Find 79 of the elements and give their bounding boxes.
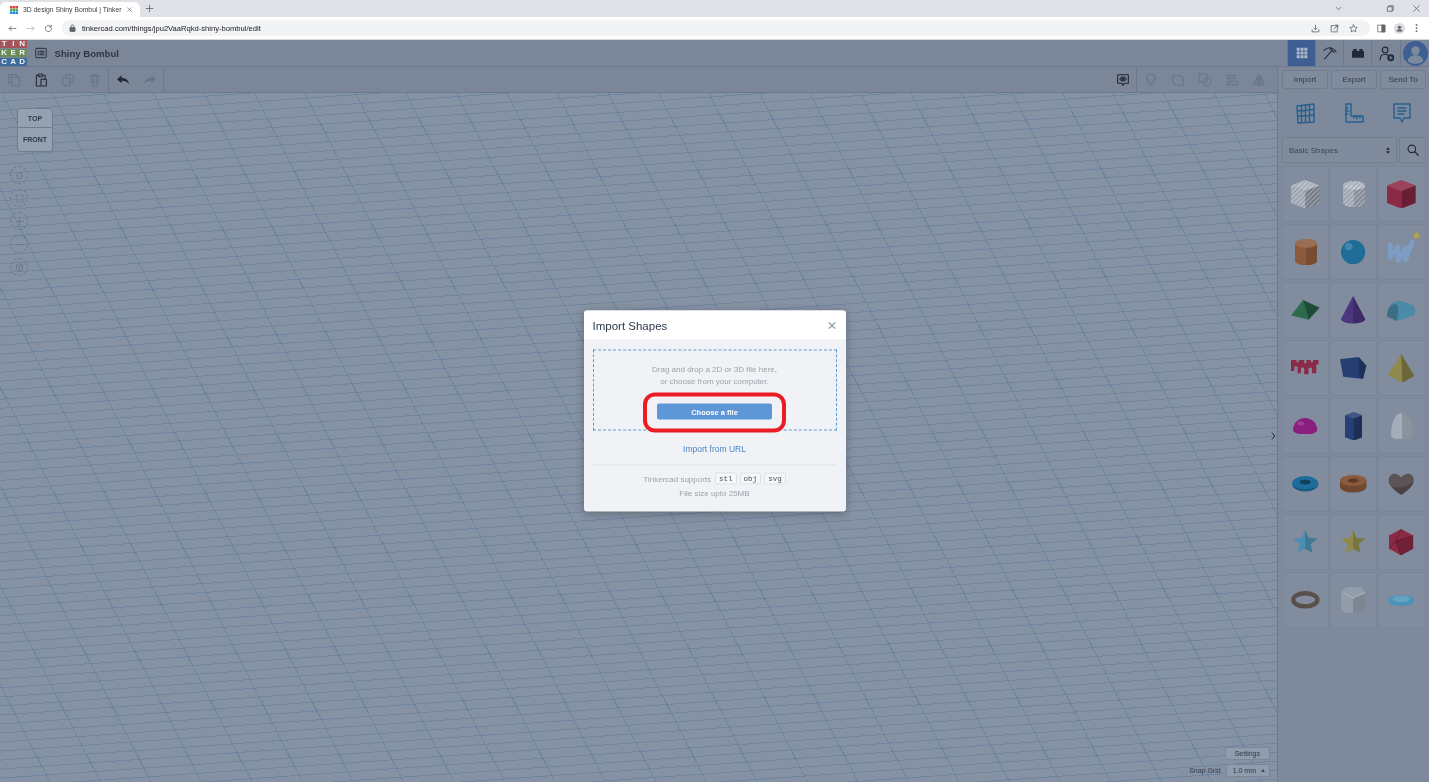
search-icon xyxy=(1405,143,1420,157)
home-icon xyxy=(14,170,24,180)
logo-tile[interactable]: T xyxy=(0,39,9,49)
chevron-right-icon[interactable] xyxy=(1271,431,1276,441)
shape-tile[interactable] xyxy=(1282,166,1329,222)
shape-tile[interactable] xyxy=(1282,340,1329,396)
side-panel-icon[interactable] xyxy=(1377,23,1386,33)
up-down-caret-icon xyxy=(1386,146,1390,154)
shape-tile[interactable] xyxy=(1378,398,1425,454)
logo-tile[interactable]: C xyxy=(0,57,9,67)
shape-tile[interactable] xyxy=(1282,514,1329,570)
shape-tile[interactable] xyxy=(1330,398,1377,454)
logo-tile[interactable]: A xyxy=(9,57,18,67)
shape-tile[interactable] xyxy=(1378,572,1425,628)
profile-icon[interactable] xyxy=(1394,22,1405,34)
lock-icon xyxy=(69,24,76,32)
pickaxe-icon xyxy=(1321,45,1338,61)
shape-tile[interactable] xyxy=(1282,224,1329,280)
notes-icon[interactable] xyxy=(1390,101,1414,125)
shape-tile[interactable] xyxy=(1330,282,1377,338)
logo-tile[interactable]: R xyxy=(18,48,27,58)
shape-tile[interactable] xyxy=(1378,282,1425,338)
star-icon[interactable] xyxy=(1349,23,1358,33)
search-button[interactable] xyxy=(1399,137,1426,163)
logo-tile[interactable]: E xyxy=(9,48,18,58)
shape-tile[interactable] xyxy=(1378,340,1425,396)
shape-tile[interactable] xyxy=(1378,166,1425,222)
action-button[interactable]: Export xyxy=(1331,70,1377,89)
supports-label: Tinkercad supports xyxy=(643,474,712,483)
favorite-star-icon xyxy=(1412,231,1421,240)
shape-tile[interactable] xyxy=(1378,456,1425,512)
note-icon[interactable] xyxy=(1114,71,1131,88)
action-button[interactable]: Import xyxy=(1282,70,1328,89)
import-url-link[interactable]: Import from URL xyxy=(683,442,746,455)
shape-tile[interactable] xyxy=(1378,224,1425,280)
logo-tile[interactable]: D xyxy=(18,57,27,67)
design-title[interactable]: Shiny Bombul xyxy=(54,47,119,59)
drop-hint: Drag and drop a 2D or 3D file here, or choose from your computer. xyxy=(652,363,777,388)
close-icon[interactable] xyxy=(126,6,134,13)
reload-icon[interactable] xyxy=(44,23,53,33)
list-icon[interactable] xyxy=(33,46,48,60)
dialog-title: Import Shapes xyxy=(592,319,668,331)
shape-tile[interactable] xyxy=(1282,572,1329,628)
frame-corners-icon xyxy=(14,193,24,203)
shape-tile[interactable] xyxy=(1330,166,1377,222)
grid-logo-icon xyxy=(10,5,18,14)
shape-tile[interactable] xyxy=(1282,398,1329,454)
shape-tile[interactable] xyxy=(1282,282,1329,338)
shape-tile[interactable] xyxy=(1330,572,1377,628)
ruler-icon[interactable] xyxy=(1342,101,1366,125)
mode-tab[interactable] xyxy=(1287,40,1315,66)
logo-tile[interactable]: I xyxy=(9,39,18,49)
logo-tile[interactable]: N xyxy=(18,39,27,49)
plus-icon[interactable] xyxy=(145,4,154,13)
file-size-note: File size upto 25MB xyxy=(678,487,751,500)
caret-up-icon xyxy=(1261,769,1265,772)
close-icon[interactable] xyxy=(827,321,836,329)
restore-icon[interactable] xyxy=(1386,4,1395,13)
download-icon[interactable] xyxy=(1311,23,1320,33)
share-icon[interactable] xyxy=(1330,23,1339,33)
add-user-icon[interactable] xyxy=(1377,44,1395,62)
more-icon[interactable] xyxy=(1415,23,1418,33)
shape-tile[interactable] xyxy=(1330,224,1377,280)
chevron-down-icon[interactable] xyxy=(1334,4,1343,13)
shape-tile[interactable] xyxy=(1330,514,1377,570)
plus-icon xyxy=(14,216,24,226)
logo-tile[interactable]: K xyxy=(0,48,9,58)
forward-arrow-icon[interactable] xyxy=(26,23,35,33)
workplane-icon[interactable] xyxy=(1294,101,1318,125)
close-icon[interactable] xyxy=(1412,4,1421,13)
shape-tile[interactable] xyxy=(1330,456,1377,512)
shape-tile[interactable] xyxy=(1282,456,1329,512)
shape-tile[interactable] xyxy=(1378,514,1425,570)
category-dropdown[interactable]: Basic Shapes xyxy=(1282,137,1397,163)
shape-tile[interactable] xyxy=(1330,340,1377,396)
back-arrow-icon[interactable] xyxy=(8,23,17,33)
cube-outline-icon xyxy=(14,262,24,272)
action-button[interactable]: Send To xyxy=(1380,70,1426,89)
avatar-icon[interactable] xyxy=(1402,40,1428,66)
